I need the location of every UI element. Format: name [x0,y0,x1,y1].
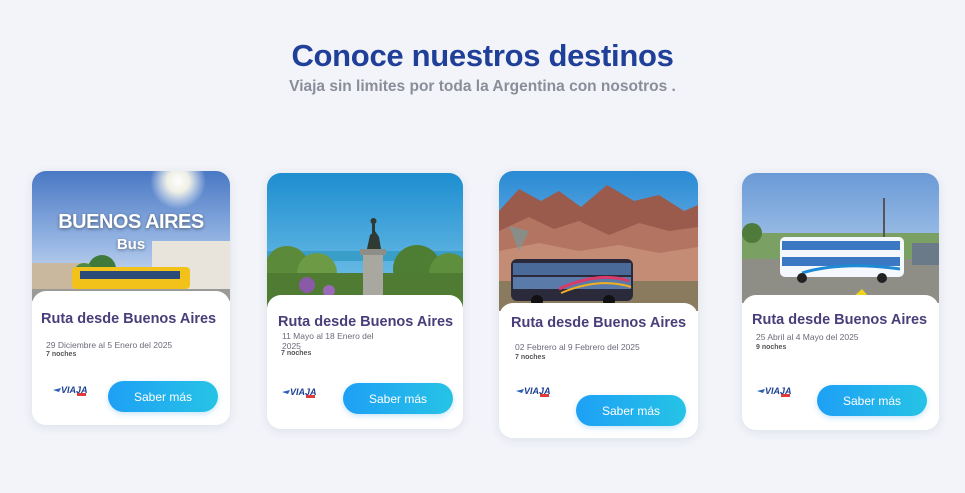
section-title: Conoce nuestros destinos [291,38,674,73]
card-title: Ruta desde Buenos Aires [41,311,217,327]
card-dates: 25 Abril al 4 Mayo del 2025 [756,332,859,342]
card-dates: 02 Febrero al 9 Febrero del 2025 [515,342,640,352]
card-nights: 9 noches [756,344,787,351]
destination-image-mountains [499,171,698,311]
card-info: Ruta desde Buenos Aires 02 Febrero al 9 … [499,303,698,438]
card-dates: 29 Diciembre al 5 Enero del 2025 [46,340,173,350]
saber-mas-button[interactable]: Saber más [576,395,686,426]
image-caption-main: BUENOS AIRES [58,211,204,233]
viaja-logo-icon: VIAJA [757,386,792,397]
card-info: Ruta desde Buenos Aires 29 Diciembre al … [32,291,230,425]
viaja-logo-icon: VIAJA [53,385,88,396]
card-nights: 7 noches [46,351,77,358]
card-nights: 7 noches [281,350,312,357]
viaja-logo-icon: VIAJA [282,387,317,398]
image-caption-sub: Bus [116,236,146,253]
viaja-logo-icon: VIAJA [516,386,551,397]
destination-image-monument [267,173,463,308]
saber-mas-button[interactable]: Saber más [343,383,453,414]
card-info: Ruta desde Buenos Aires 11 Mayo al 18 En… [267,295,463,429]
saber-mas-button[interactable]: Saber más [108,381,218,412]
saber-mas-button[interactable]: Saber más [817,385,927,416]
destination-image-double-decker-bus [742,173,939,303]
destination-card-1[interactable]: BUENOS AIRES Bus Ruta desde Buenos Aires… [32,171,230,425]
destination-image-buenos-aires: BUENOS AIRES Bus [32,171,230,301]
section-header: Conoce nuestros destinos Viaja sin limit… [0,36,965,96]
destination-card-4[interactable]: Ruta desde Buenos Aires 25 Abril al 4 Ma… [742,173,939,430]
card-info: Ruta desde Buenos Aires 25 Abril al 4 Ma… [742,295,939,430]
destination-card-2[interactable]: Ruta desde Buenos Aires 11 Mayo al 18 En… [267,173,463,429]
card-nights: 7 noches [515,354,546,361]
card-title: Ruta desde Buenos Aires [511,315,687,331]
destination-card-3[interactable]: Ruta desde Buenos Aires 02 Febrero al 9 … [499,171,698,438]
card-title: Ruta desde Buenos Aires [278,314,454,330]
card-dates: 11 Mayo al 18 Enero del 2025 [282,331,374,351]
card-title: Ruta desde Buenos Aires [752,312,928,328]
section-subtitle: Viaja sin limites por toda la Argentina … [289,78,676,95]
